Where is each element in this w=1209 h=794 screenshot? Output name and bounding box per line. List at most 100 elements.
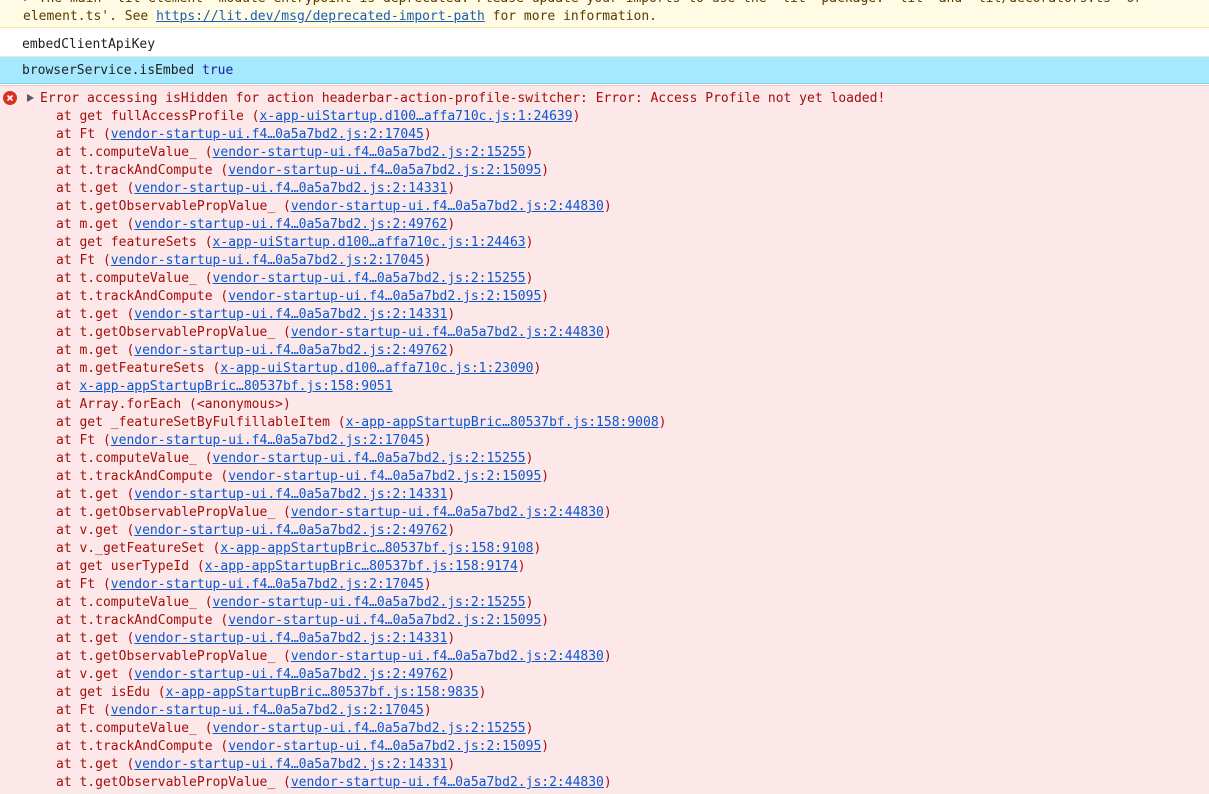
paren-open: ( bbox=[196, 271, 213, 286]
source-link[interactable]: vendor-startup-ui.f4…0a5a7bd2.js:2:17045 bbox=[111, 433, 424, 448]
source-link[interactable]: vendor-startup-ui.f4…0a5a7bd2.js:2:15255 bbox=[213, 595, 526, 610]
stack-frame-at: at bbox=[56, 451, 80, 466]
source-link[interactable]: vendor-startup-ui.f4…0a5a7bd2.js:2:49762 bbox=[134, 523, 447, 538]
source-link[interactable]: x-app-uiStartup.d100…affa710c.js:1:23090 bbox=[220, 361, 533, 376]
stack-frame-function: v.get bbox=[79, 523, 119, 538]
stack-frame: at t.get (vendor-startup-ui.f4…0a5a7bd2.… bbox=[56, 306, 667, 324]
paren-close: ) bbox=[447, 523, 456, 538]
source-link[interactable]: vendor-startup-ui.f4…0a5a7bd2.js:2:15255 bbox=[213, 451, 526, 466]
expand-triangle-icon[interactable] bbox=[27, 94, 34, 102]
paren-open: ( bbox=[196, 145, 213, 160]
stack-frame-function: get featureSets bbox=[79, 235, 197, 250]
stack-frame: at t.computeValue_ (vendor-startup-ui.f4… bbox=[56, 720, 667, 738]
stack-frame: at m.get (vendor-startup-ui.f4…0a5a7bd2.… bbox=[56, 342, 667, 360]
stack-frame-function: Ft bbox=[79, 127, 96, 142]
source-link[interactable]: vendor-startup-ui.f4…0a5a7bd2.js:2:49762 bbox=[134, 343, 447, 358]
source-link[interactable]: vendor-startup-ui.f4…0a5a7bd2.js:2:15255 bbox=[213, 145, 526, 160]
source-link[interactable]: vendor-startup-ui.f4…0a5a7bd2.js:2:15095 bbox=[228, 469, 541, 484]
source-link[interactable]: vendor-startup-ui.f4…0a5a7bd2.js:2:17045 bbox=[111, 577, 424, 592]
paren-close: ) bbox=[572, 109, 581, 124]
stack-frame-function: m.get bbox=[79, 217, 119, 232]
stack-frame-at: at bbox=[56, 577, 80, 592]
stack-frame-function: v._getFeatureSet bbox=[79, 541, 205, 556]
stack-frame-function: t.computeValue_ bbox=[79, 145, 197, 160]
stack-frame-at: at bbox=[56, 505, 80, 520]
paren-close: ) bbox=[541, 289, 550, 304]
paren-close: ) bbox=[533, 361, 542, 376]
paren-open: ( bbox=[196, 721, 213, 736]
paren-close: ) bbox=[603, 649, 612, 664]
paren-close: ) bbox=[447, 631, 456, 646]
paren-open: ( bbox=[212, 469, 229, 484]
stack-frame: at t.trackAndCompute (vendor-startup-ui.… bbox=[56, 288, 667, 306]
paren-open: ( bbox=[149, 685, 166, 700]
error-text[interactable]: Error accessing isHidden for action head… bbox=[40, 90, 885, 108]
stack-frame-function: t.getObservablePropValue_ bbox=[79, 199, 276, 214]
stack-frame-at: at bbox=[56, 253, 80, 268]
stack-frame: at t.getObservablePropValue_ (vendor-sta… bbox=[56, 648, 667, 666]
source-link[interactable]: x-app-appStartupBric…80537bf.js:158:9835 bbox=[166, 685, 479, 700]
stack-frame-at: at bbox=[56, 199, 80, 214]
stack-frame-function: m.get bbox=[79, 343, 119, 358]
source-link[interactable]: vendor-startup-ui.f4…0a5a7bd2.js:2:49762 bbox=[134, 217, 447, 232]
stack-frame: at Ft (vendor-startup-ui.f4…0a5a7bd2.js:… bbox=[56, 702, 667, 720]
stack-frame-at: at bbox=[56, 685, 80, 700]
deprecated-import-link[interactable]: https://lit.dev/msg/deprecated-import-pa… bbox=[156, 9, 485, 24]
source-link[interactable]: vendor-startup-ui.f4…0a5a7bd2.js:2:44830 bbox=[291, 775, 604, 790]
stack-frame: at t.trackAndCompute (vendor-startup-ui.… bbox=[56, 468, 667, 486]
log-row-embed-client-api-key: embedClientApiKey bbox=[0, 32, 1209, 57]
source-link[interactable]: vendor-startup-ui.f4…0a5a7bd2.js:2:14331 bbox=[134, 307, 447, 322]
source-link[interactable]: vendor-startup-ui.f4…0a5a7bd2.js:2:14331 bbox=[134, 631, 447, 646]
stack-frame: at t.computeValue_ (vendor-startup-ui.f4… bbox=[56, 450, 667, 468]
source-link[interactable]: x-app-appStartupBric…80537bf.js:158:9008 bbox=[346, 415, 659, 430]
paren-open: ( bbox=[118, 631, 135, 646]
source-link[interactable]: vendor-startup-ui.f4…0a5a7bd2.js:2:15095 bbox=[228, 613, 541, 628]
source-link[interactable]: vendor-startup-ui.f4…0a5a7bd2.js:2:15095 bbox=[228, 739, 541, 754]
paren-close: ) bbox=[603, 775, 612, 790]
source-link[interactable]: vendor-startup-ui.f4…0a5a7bd2.js:2:17045 bbox=[111, 703, 424, 718]
source-link[interactable]: vendor-startup-ui.f4…0a5a7bd2.js:2:15255 bbox=[213, 721, 526, 736]
source-link[interactable]: vendor-startup-ui.f4…0a5a7bd2.js:2:15095 bbox=[228, 289, 541, 304]
source-link[interactable]: vendor-startup-ui.f4…0a5a7bd2.js:2:15255 bbox=[213, 271, 526, 286]
source-link[interactable]: vendor-startup-ui.f4…0a5a7bd2.js:2:17045 bbox=[111, 127, 424, 142]
source-link[interactable]: vendor-startup-ui.f4…0a5a7bd2.js:2:15095 bbox=[228, 163, 541, 178]
source-link[interactable]: x-app-appStartupBric…80537bf.js:158:9108 bbox=[220, 541, 533, 556]
stack-frame-at: at bbox=[56, 487, 80, 502]
stack-frame-at: at bbox=[56, 163, 80, 178]
paren-open: ( bbox=[118, 487, 135, 502]
stack-frame: at t.get (vendor-startup-ui.f4…0a5a7bd2.… bbox=[56, 486, 667, 504]
stack-frame-function: t.computeValue_ bbox=[79, 721, 197, 736]
source-link[interactable]: vendor-startup-ui.f4…0a5a7bd2.js:2:44830 bbox=[291, 199, 604, 214]
stack-frame: at m.getFeatureSets (x-app-uiStartup.d10… bbox=[56, 360, 667, 378]
source-link[interactable]: vendor-startup-ui.f4…0a5a7bd2.js:2:14331 bbox=[134, 487, 447, 502]
stack-frame-function: t.computeValue_ bbox=[79, 271, 197, 286]
paren-open: ( bbox=[95, 703, 111, 718]
paren-close: ) bbox=[447, 487, 456, 502]
source-link[interactable]: vendor-startup-ui.f4…0a5a7bd2.js:2:44830 bbox=[291, 325, 604, 340]
source-link[interactable]: x-app-uiStartup.d100…affa710c.js:1:24463 bbox=[213, 235, 526, 250]
paren-open: ( bbox=[118, 307, 135, 322]
stack-frame-function: t.getObservablePropValue_ bbox=[79, 649, 276, 664]
source-link[interactable]: x-app-uiStartup.d100…affa710c.js:1:24639 bbox=[260, 109, 573, 124]
stack-frame-function: t.getObservablePropValue_ bbox=[79, 325, 276, 340]
source-link[interactable]: vendor-startup-ui.f4…0a5a7bd2.js:2:49762 bbox=[134, 667, 447, 682]
stack-frame-function: Ft bbox=[79, 577, 96, 592]
paren-close: ) bbox=[525, 271, 534, 286]
source-link[interactable]: x-app-appStartupBric…80537bf.js:158:9174 bbox=[205, 559, 518, 574]
source-link[interactable]: vendor-startup-ui.f4…0a5a7bd2.js:2:44830 bbox=[291, 649, 604, 664]
paren-open: ( bbox=[95, 127, 111, 142]
stack-frame-at: at bbox=[56, 595, 80, 610]
source-link[interactable]: vendor-startup-ui.f4…0a5a7bd2.js:2:14331 bbox=[134, 181, 447, 196]
paren-close: ) bbox=[525, 595, 534, 610]
stack-frame-function: t.trackAndCompute bbox=[79, 739, 213, 754]
stack-frame: at t.get (vendor-startup-ui.f4…0a5a7bd2.… bbox=[56, 630, 667, 648]
source-link[interactable]: x-app-appStartupBric…80537bf.js:158:9051 bbox=[79, 379, 392, 394]
stack-frame-function: get userTypeId bbox=[79, 559, 190, 574]
stack-frame-at: at bbox=[56, 109, 80, 124]
paren-close: ) bbox=[447, 667, 456, 682]
source-link[interactable]: vendor-startup-ui.f4…0a5a7bd2.js:2:44830 bbox=[291, 505, 604, 520]
paren-open: ( bbox=[118, 523, 135, 538]
source-link[interactable]: vendor-startup-ui.f4…0a5a7bd2.js:2:17045 bbox=[111, 253, 424, 268]
stack-frame-function: t.get bbox=[79, 631, 119, 646]
source-link[interactable]: vendor-startup-ui.f4…0a5a7bd2.js:2:14331 bbox=[134, 757, 447, 772]
